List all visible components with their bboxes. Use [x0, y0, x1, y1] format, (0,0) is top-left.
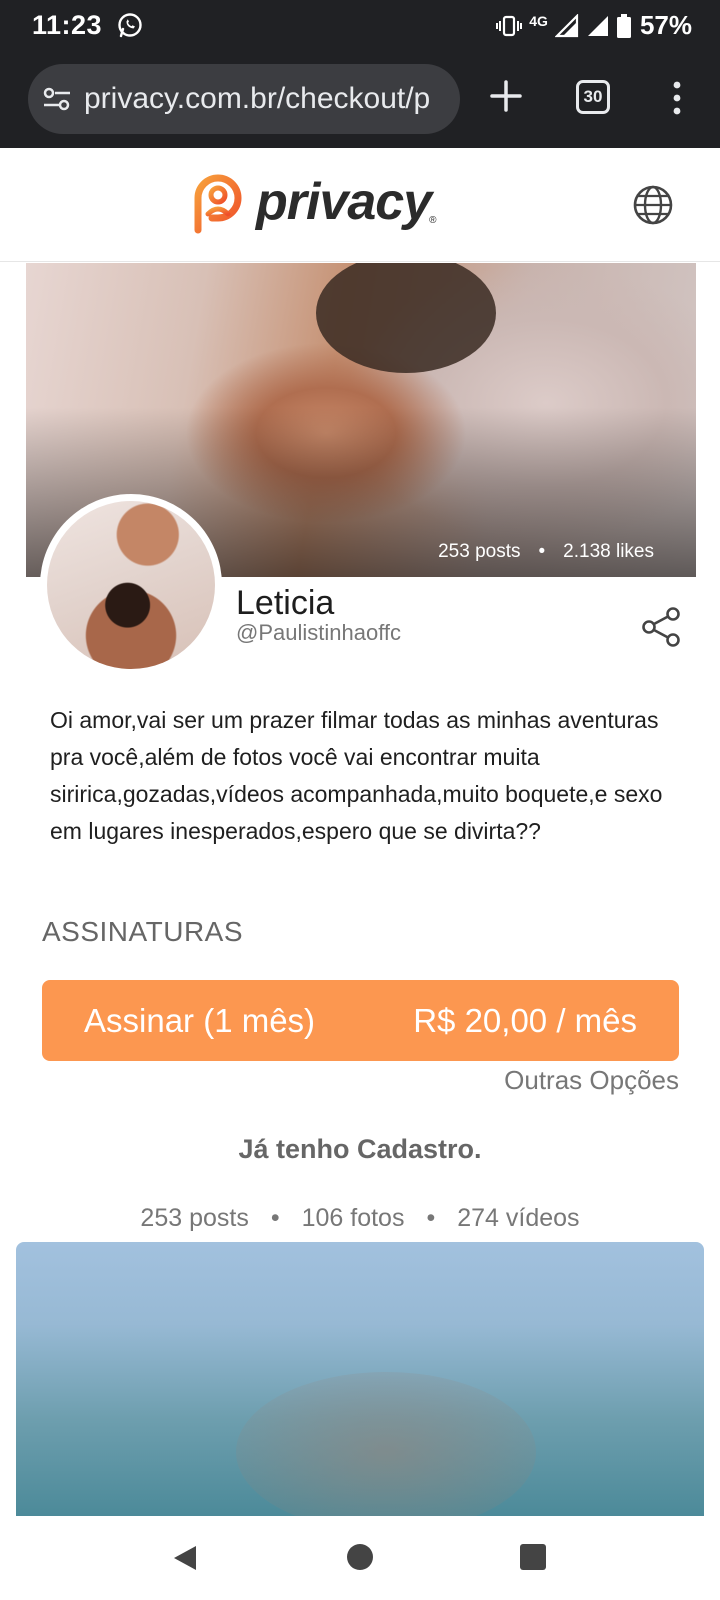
separator-dot: • — [270, 1204, 280, 1232]
brand-name: privacy — [256, 173, 432, 231]
photos-count: 106 fotos — [301, 1204, 405, 1232]
cover-likes-count: 2.138 likes — [563, 541, 654, 562]
signal-icon — [554, 13, 579, 37]
status-bar: 11:23 4G 57% — [0, 0, 720, 50]
subscribe-button[interactable]: Assinar (1 mês) R$ 20,00 / mês — [42, 980, 679, 1061]
separator-dot: • — [538, 541, 546, 562]
subscribe-plan-price: R$ 20,00 / mês — [413, 1001, 637, 1039]
avatar[interactable] — [40, 494, 222, 676]
already-registered-link[interactable]: Já tenho Cadastro. — [0, 1134, 720, 1165]
blurred-post-preview[interactable] — [16, 1242, 704, 1516]
subscriptions-title: ASSINATURAS — [42, 916, 244, 947]
cover-photo-detail — [316, 263, 496, 373]
tab-switcher-button[interactable]: 30 — [576, 80, 610, 114]
vibrate-icon — [496, 15, 523, 36]
battery-percent: 57% — [639, 10, 692, 40]
privacy-logo-icon — [194, 174, 242, 234]
avatar-image — [47, 501, 215, 669]
cover-posts-count: 253 posts — [438, 541, 521, 562]
back-icon[interactable] — [172, 1544, 198, 1572]
system-nav-bar — [0, 1516, 720, 1600]
cover-stats: 253 posts • 2.138 likes — [438, 541, 654, 563]
profile-bio: Oi amor,vai ser um prazer filmar todas a… — [50, 707, 663, 844]
home-icon[interactable] — [347, 1544, 373, 1570]
whatsapp-icon — [118, 13, 142, 38]
profile-handle: @Paulistinhaoffc — [236, 620, 402, 645]
battery-icon — [616, 13, 631, 38]
brand-registered-mark: ® — [429, 214, 437, 226]
recent-apps-icon[interactable] — [520, 1544, 546, 1570]
globe-icon[interactable] — [632, 184, 674, 226]
address-bar[interactable]: privacy.com.br/checkout/p — [28, 64, 460, 134]
new-tab-button[interactable] — [488, 78, 524, 114]
profile-name: Leticia — [236, 584, 335, 622]
status-time: 11:23 — [32, 10, 103, 40]
status-indicators: 4G 57% — [496, 10, 692, 41]
subscribe-plan-label: Assinar (1 mês) — [84, 1001, 316, 1039]
media-counts: 253 posts • 106 fotos • 274 vídeos — [0, 1204, 720, 1233]
separator-dot: • — [426, 1204, 436, 1232]
brand-logo[interactable]: privacy ® — [190, 170, 437, 234]
other-options-link[interactable]: Outras Opções — [504, 1065, 679, 1096]
signal-icon-2 — [587, 15, 608, 36]
browser-toolbar: privacy.com.br/checkout/p 30 — [0, 50, 720, 148]
share-icon[interactable] — [640, 606, 682, 648]
network-type: 4G — [529, 12, 548, 29]
site-settings-icon[interactable] — [42, 85, 72, 113]
more-vert-icon[interactable] — [668, 80, 686, 116]
posts-count: 253 posts — [140, 1204, 249, 1232]
videos-count: 274 vídeos — [457, 1204, 580, 1232]
url-text[interactable]: privacy.com.br/checkout/p — [84, 82, 454, 116]
site-header: privacy ® — [0, 148, 720, 262]
